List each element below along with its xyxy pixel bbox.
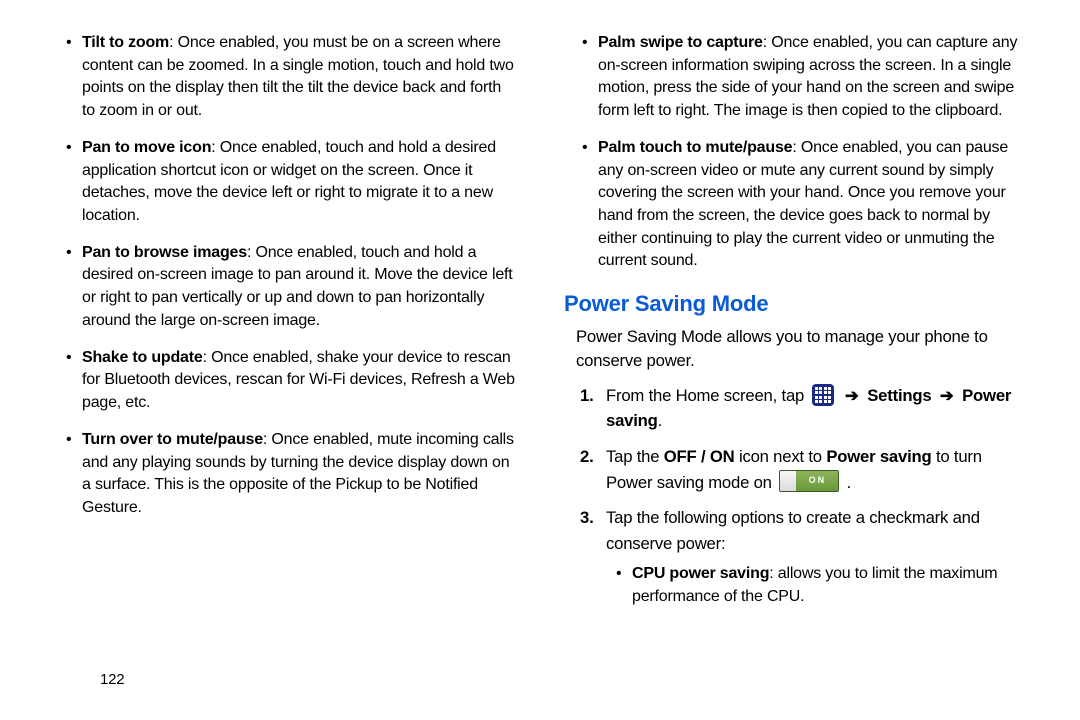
step-text: icon next to bbox=[739, 447, 826, 466]
list-item: Tilt to zoom: Once enabled, you must be … bbox=[48, 32, 516, 123]
page-number: 122 bbox=[100, 671, 124, 688]
step-item: From the Home screen, tap ➔ Settings ➔ P… bbox=[576, 383, 1032, 434]
right-bullet-list: Palm swipe to capture : Once enabled, you… bbox=[564, 32, 1032, 273]
list-item: Palm touch to mute/pause: Once enabled, … bbox=[564, 137, 1032, 273]
arrow-icon: ➔ bbox=[940, 383, 954, 409]
left-column: Tilt to zoom: Once enabled, you must be … bbox=[48, 32, 540, 700]
step-bold: OFF / ON bbox=[664, 447, 735, 466]
list-item: Palm swipe to capture: Once enabled, you… bbox=[564, 32, 1032, 123]
step-item: Tap the following options to create a ch… bbox=[576, 505, 1032, 608]
step-bold: Power saving bbox=[826, 447, 931, 466]
step-text: . bbox=[658, 411, 662, 430]
step-text: Tap the following options to create a ch… bbox=[606, 508, 980, 553]
steps-list: From the Home screen, tap ➔ Settings ➔ P… bbox=[564, 383, 1032, 609]
step-bold: Settings bbox=[867, 386, 931, 405]
step-text: Tap the bbox=[606, 447, 664, 466]
section-heading: Power Saving Mode bbox=[564, 291, 1032, 317]
sub-bullet-list: CPU power saving: allows you to limit th… bbox=[606, 563, 1032, 608]
list-item: Pan to browse images: Once enabled, touc… bbox=[48, 242, 516, 333]
toggle-on-icon: ON bbox=[779, 470, 839, 492]
step-text: From the Home screen, tap bbox=[606, 386, 809, 405]
list-item: CPU power saving: allows you to limit th… bbox=[606, 563, 1032, 608]
bullet-term: Palm swipe to capture bbox=[598, 34, 763, 51]
bullet-term: Shake to update bbox=[82, 349, 203, 366]
section-intro: Power Saving Mode allows you to manage y… bbox=[564, 325, 1032, 372]
bullet-term: Pan to move icon bbox=[82, 139, 211, 156]
bullet-term: Tilt to zoom bbox=[82, 34, 169, 51]
toggle-label: ON bbox=[796, 471, 838, 491]
right-column: Palm swipe to capture : Once enabled, you… bbox=[540, 32, 1032, 700]
arrow-icon: ➔ bbox=[845, 383, 859, 409]
list-item: Pan to move icon: Once enabled, touch an… bbox=[48, 137, 516, 228]
left-bullet-list: Tilt to zoom: Once enabled, you must be … bbox=[48, 32, 516, 520]
bullet-term: CPU power saving bbox=[632, 565, 769, 582]
apps-grid-icon bbox=[812, 384, 834, 406]
manual-page: Tilt to zoom: Once enabled, you must be … bbox=[0, 0, 1080, 720]
bullet-term: Turn over to mute/pause bbox=[82, 431, 263, 448]
step-text: . bbox=[847, 473, 851, 492]
bullet-term: Palm touch to mute/pause bbox=[598, 139, 792, 156]
step-item: Tap the OFF / ON icon next to Power savi… bbox=[576, 444, 1032, 495]
bullet-term: Pan to browse images bbox=[82, 244, 247, 261]
bullet-desc: : Once enabled, you can pause any on-scr… bbox=[598, 139, 1008, 270]
list-item: Shake to update: Once enabled, shake you… bbox=[48, 347, 516, 415]
list-item: Turn over to mute/pause: Once enabled, m… bbox=[48, 429, 516, 520]
